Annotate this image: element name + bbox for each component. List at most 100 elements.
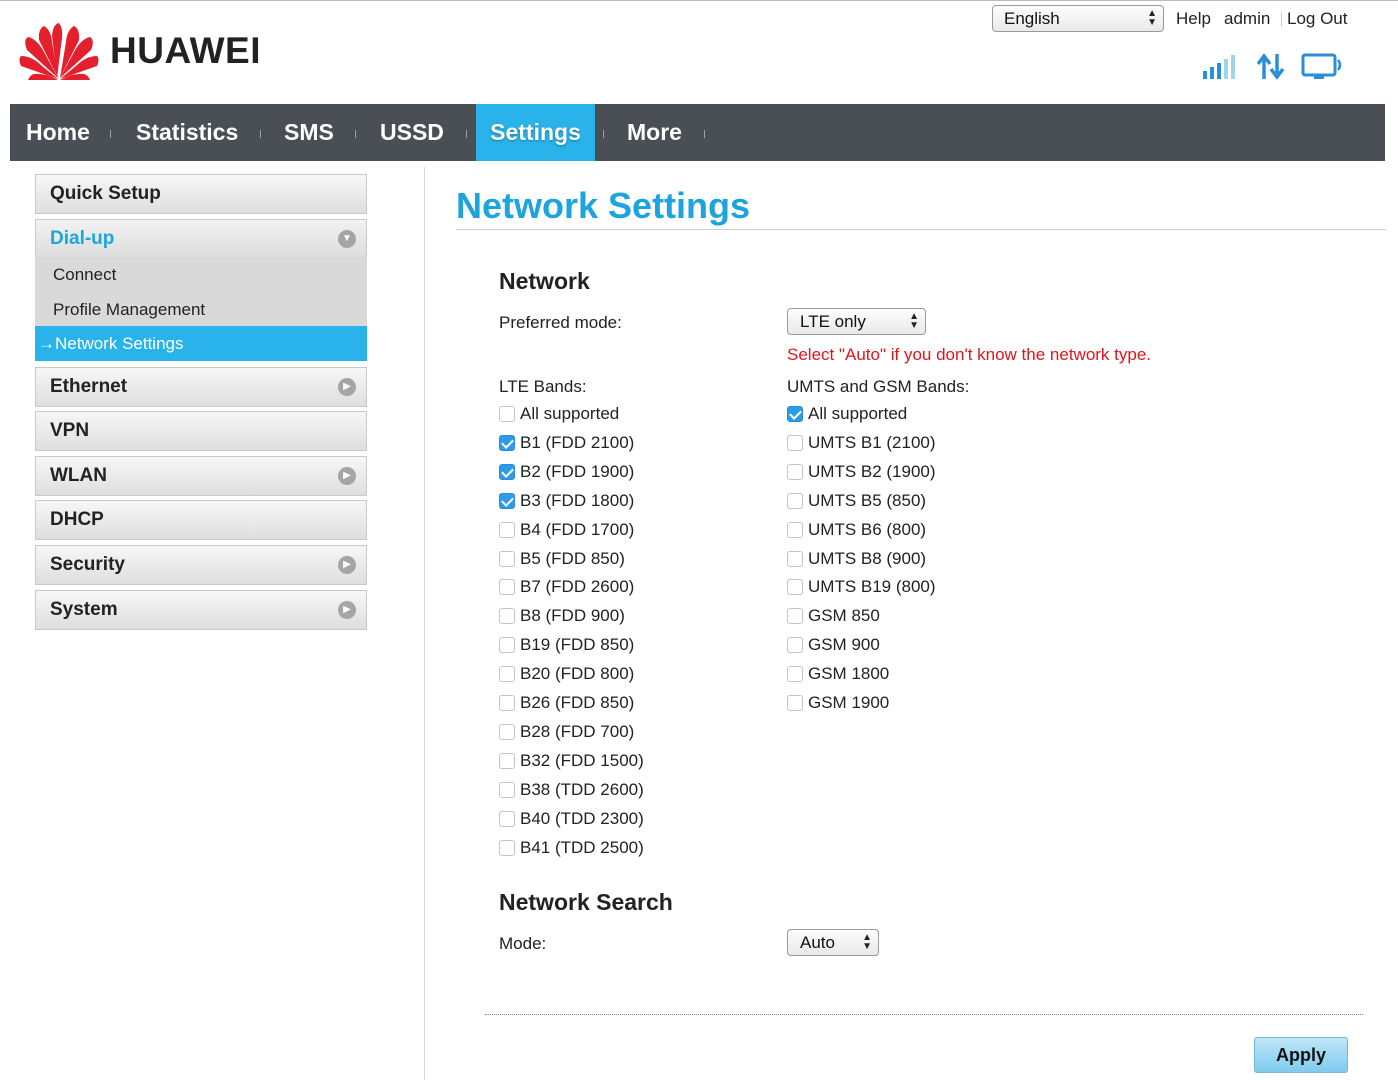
checkbox-unchecked[interactable]: [499, 521, 515, 538]
chevron-right-icon: ▶: [338, 378, 356, 396]
mode-value: Auto: [800, 933, 835, 952]
lte-band-checkbox-row[interactable]: All supported: [499, 403, 619, 425]
nav-ussd[interactable]: USSD: [380, 104, 444, 161]
lte-band-checkbox-row[interactable]: B19 (FDD 850): [499, 634, 634, 656]
checkbox-unchecked[interactable]: [787, 492, 803, 509]
lte-band-label: B5 (FDD 850): [520, 548, 625, 568]
nav-home[interactable]: Home: [26, 104, 90, 161]
lte-band-label: B20 (FDD 800): [520, 664, 635, 684]
checkbox-unchecked[interactable]: [787, 434, 803, 451]
nav-separator: [355, 130, 356, 138]
umts-band-checkbox-row[interactable]: GSM 900: [787, 634, 880, 656]
umts-band-checkbox-row[interactable]: UMTS B19 (800): [787, 576, 936, 598]
lte-band-checkbox-row[interactable]: B8 (FDD 900): [499, 605, 625, 627]
sidebar-item-label: Network Settings: [55, 334, 184, 353]
umts-band-checkbox-row[interactable]: All supported: [787, 403, 907, 425]
checkbox-unchecked[interactable]: [787, 579, 803, 596]
sidebar-item-dhcp[interactable]: DHCP: [35, 500, 367, 540]
apply-button[interactable]: Apply: [1254, 1037, 1348, 1073]
help-link[interactable]: Help: [1176, 9, 1211, 29]
checkbox-unchecked[interactable]: [499, 608, 515, 625]
lte-band-checkbox-row[interactable]: B41 (TDD 2500): [499, 837, 644, 859]
lte-band-checkbox-row[interactable]: B28 (FDD 700): [499, 721, 634, 743]
network-device-icon: [1301, 53, 1342, 79]
nav-sms[interactable]: SMS: [284, 104, 334, 161]
sidebar-item-security[interactable]: Security ▶: [35, 545, 367, 585]
sidebar-item-label: Dial-up: [50, 228, 115, 249]
lte-band-label: B40 (TDD 2300): [520, 808, 644, 828]
language-select[interactable]: English ▲ ▼: [992, 5, 1164, 32]
checkbox-checked[interactable]: [499, 492, 515, 509]
lte-band-checkbox-row[interactable]: B4 (FDD 1700): [499, 519, 634, 541]
nav-more[interactable]: More: [627, 104, 682, 161]
umts-band-label: UMTS B6 (800): [808, 519, 927, 539]
checkbox-checked[interactable]: [787, 406, 803, 422]
lte-band-checkbox-row[interactable]: B1 (FDD 2100): [499, 432, 634, 454]
checkbox-unchecked[interactable]: [499, 550, 515, 567]
chevron-right-icon: ▶: [338, 556, 356, 574]
umts-band-checkbox-row[interactable]: UMTS B6 (800): [787, 519, 926, 541]
checkbox-unchecked[interactable]: [787, 550, 803, 567]
umts-band-checkbox-row[interactable]: UMTS B2 (1900): [787, 461, 936, 483]
sidebar-sub-network-settings[interactable]: →Network Settings: [35, 326, 367, 361]
checkbox-unchecked[interactable]: [787, 463, 803, 480]
checkbox-unchecked[interactable]: [499, 406, 515, 422]
checkbox-unchecked[interactable]: [499, 839, 515, 856]
sidebar-item-label: VPN: [50, 420, 90, 441]
umts-band-checkbox-row[interactable]: UMTS B5 (850): [787, 490, 926, 512]
network-search-mode-select[interactable]: Auto ▲ ▼: [787, 929, 879, 956]
sidebar-sub-profile-management[interactable]: Profile Management: [35, 292, 367, 327]
sidebar-item-system[interactable]: System ▶: [35, 590, 367, 630]
preferred-mode-select[interactable]: LTE only ▲ ▼: [787, 308, 926, 335]
preferred-mode-value: LTE only: [800, 312, 866, 331]
sidebar-item-quick-setup[interactable]: Quick Setup: [35, 174, 367, 214]
nav-separator: [260, 130, 261, 138]
lte-band-checkbox-row[interactable]: B40 (TDD 2300): [499, 808, 644, 830]
checkbox-unchecked[interactable]: [499, 810, 515, 827]
checkbox-unchecked[interactable]: [499, 752, 515, 769]
checkbox-checked[interactable]: [499, 463, 515, 480]
lte-band-checkbox-row[interactable]: B7 (FDD 2600): [499, 576, 634, 598]
checkbox-unchecked[interactable]: [787, 637, 803, 654]
select-arrows-icon: ▲ ▼: [862, 932, 872, 952]
sidebar-item-wlan[interactable]: WLAN ▶: [35, 456, 367, 496]
sidebar-item-dial-up[interactable]: Dial-up ▼: [35, 219, 367, 259]
checkbox-checked[interactable]: [499, 434, 515, 451]
checkbox-unchecked[interactable]: [499, 723, 515, 740]
network-section-title: Network: [499, 268, 590, 294]
lte-band-checkbox-row[interactable]: B38 (TDD 2600): [499, 779, 644, 801]
lte-band-checkbox-row[interactable]: B26 (FDD 850): [499, 692, 634, 714]
checkbox-unchecked[interactable]: [499, 637, 515, 654]
sidebar-item-vpn[interactable]: VPN: [35, 411, 367, 451]
sidebar-item-ethernet[interactable]: Ethernet ▶: [35, 367, 367, 407]
lte-band-checkbox-row[interactable]: B5 (FDD 850): [499, 548, 625, 570]
nav-statistics[interactable]: Statistics: [136, 104, 238, 161]
umts-band-checkbox-row[interactable]: GSM 850: [787, 605, 880, 627]
umts-band-checkbox-row[interactable]: UMTS B1 (2100): [787, 432, 936, 454]
lte-band-checkbox-row[interactable]: B2 (FDD 1900): [499, 461, 634, 483]
umts-band-checkbox-row[interactable]: GSM 1800: [787, 663, 889, 685]
umts-band-checkbox-row[interactable]: GSM 1900: [787, 692, 889, 714]
sidebar-sub-connect[interactable]: Connect: [35, 257, 367, 292]
checkbox-unchecked[interactable]: [499, 781, 515, 798]
checkbox-unchecked[interactable]: [499, 666, 515, 683]
checkbox-unchecked[interactable]: [787, 666, 803, 683]
umts-band-checkbox-row[interactable]: UMTS B8 (900): [787, 548, 926, 570]
nav-settings[interactable]: Settings: [476, 104, 595, 161]
data-transfer-icon: [1256, 53, 1285, 80]
checkbox-unchecked[interactable]: [787, 695, 803, 711]
umts-band-label: UMTS B19 (800): [808, 577, 936, 597]
checkbox-unchecked[interactable]: [499, 695, 515, 711]
language-value: English: [1004, 9, 1060, 28]
lte-band-checkbox-row[interactable]: B32 (FDD 1500): [499, 750, 644, 772]
logout-link[interactable]: Log Out: [1287, 9, 1348, 29]
lte-band-label: B3 (FDD 1800): [520, 490, 635, 510]
lte-band-checkbox-row[interactable]: B20 (FDD 800): [499, 663, 634, 685]
checkbox-unchecked[interactable]: [787, 521, 803, 538]
umts-gsm-bands-label: UMTS and GSM Bands:: [787, 377, 970, 396]
checkbox-unchecked[interactable]: [787, 608, 803, 625]
mode-label: Mode:: [499, 934, 547, 953]
checkbox-unchecked[interactable]: [499, 579, 515, 596]
lte-band-checkbox-row[interactable]: B3 (FDD 1800): [499, 490, 634, 512]
umts-band-label: GSM 850: [808, 606, 880, 626]
